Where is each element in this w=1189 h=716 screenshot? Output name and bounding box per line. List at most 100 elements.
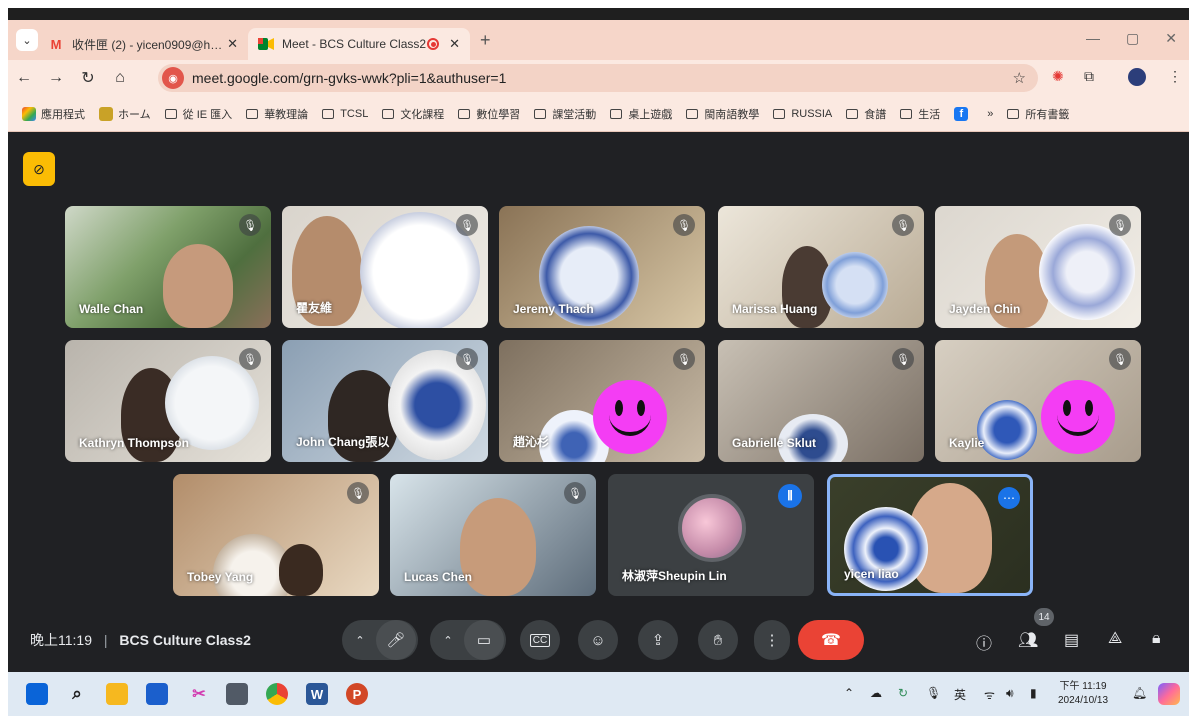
close-window-icon[interactable]: ✕ — [1165, 30, 1177, 47]
present-button[interactable]: ⇪ — [638, 620, 678, 660]
taskbar-clock[interactable]: 下午 11:19 2024/10/13 — [1058, 680, 1108, 708]
bookmark-folder[interactable]: 華教理論 — [246, 106, 308, 122]
folder-icon — [382, 108, 395, 119]
snipping-tool-icon[interactable]: ✂ — [188, 683, 210, 705]
tab-meet[interactable]: Meet - BCS Culture Class2 ✕ — [248, 28, 470, 60]
captions-off-badge-icon[interactable]: ⊘ — [23, 152, 55, 186]
new-tab-icon[interactable]: + — [480, 30, 491, 51]
meeting-details-icon[interactable]: ⓘ — [976, 630, 992, 654]
self-view-tile[interactable]: ⋯ yicen liao — [827, 474, 1033, 596]
copilot-icon[interactable] — [1158, 683, 1180, 705]
bookmark-folder[interactable]: TCSL — [322, 108, 368, 120]
participant-tile[interactable]: 🎙 Jeremy Thach — [499, 206, 705, 328]
chat-icon[interactable]: ▤ — [1064, 630, 1079, 650]
people-icon[interactable]: 👥︎ — [1018, 630, 1038, 650]
close-tab-icon[interactable]: ✕ — [449, 36, 460, 52]
tab-gmail[interactable]: M 收件匣 (2) - yicen0909@huay ✕ — [38, 28, 248, 60]
participant-tile[interactable]: 🎙 Gabrielle Sklut — [718, 340, 924, 462]
powerpoint-icon[interactable]: P — [346, 683, 368, 705]
file-explorer-icon[interactable] — [106, 683, 128, 705]
bookmark-home[interactable]: ホーム — [99, 106, 151, 122]
wifi-icon[interactable]: ᯤ — [984, 686, 995, 703]
more-options-icon[interactable]: ⋯ — [998, 487, 1020, 509]
bookmarks-overflow[interactable]: » — [987, 108, 993, 120]
word-icon[interactable]: W — [306, 683, 328, 705]
participant-tile[interactable]: 🎙 瞿友維 — [282, 206, 488, 328]
recording-icon — [427, 38, 440, 50]
tab-search-chevron-icon[interactable]: ⌄ — [16, 29, 38, 51]
participant-tile[interactable]: 🎙 Kathryn Thompson — [65, 340, 271, 462]
host-controls-lock-icon[interactable]: 🔒︎ — [1152, 630, 1161, 648]
camera-app-icon[interactable] — [226, 683, 248, 705]
extension-red-icon[interactable]: ✺ — [1052, 68, 1064, 85]
participant-tile[interactable]: ⫼ 林淑萍Sheupin Lin — [608, 474, 814, 596]
participant-tile[interactable]: 🎙 Marissa Huang — [718, 206, 924, 328]
participant-tile[interactable]: 🎙 趙沁杉 — [499, 340, 705, 462]
tray-overflow-icon[interactable]: ⌃ — [844, 686, 854, 700]
bookmark-folder[interactable]: 生活 — [900, 106, 940, 122]
participant-tile[interactable]: 🎙 Tobey Yang — [173, 474, 379, 596]
volume-icon[interactable]: 🔊︎ — [1006, 686, 1014, 701]
site-info-icon[interactable]: ◉ — [162, 67, 184, 89]
muted-mic-icon: 🎙 — [892, 214, 914, 236]
participant-name: Tobey Yang — [187, 570, 254, 584]
close-tab-icon[interactable]: ✕ — [227, 36, 238, 52]
home-icon[interactable]: ⌂ — [104, 69, 136, 87]
battery-icon[interactable]: ▮ — [1030, 686, 1037, 700]
folder-icon — [846, 108, 859, 119]
captions-button[interactable]: CC — [520, 620, 560, 660]
omnibox[interactable]: ◉ meet.google.com/grn-gvks-wwk?pli=1&aut… — [158, 64, 1038, 92]
leave-call-button[interactable]: ☎︎ — [798, 620, 864, 660]
back-icon[interactable]: ← — [8, 69, 40, 87]
participant-tile[interactable]: 🎙 Jayden Chin — [935, 206, 1141, 328]
extensions-puzzle-icon[interactable]: ⧉ — [1084, 68, 1094, 85]
participant-tile[interactable]: 🎙 Lucas Chen — [390, 474, 596, 596]
menu-kebab-icon[interactable]: ⋮ — [1168, 68, 1182, 85]
participant-tile[interactable]: 🎙 Kaylie — [935, 340, 1141, 462]
notification-bell-icon[interactable]: 🔔︎ — [1132, 686, 1147, 700]
camera-icon[interactable]: ▭ — [464, 620, 504, 660]
bookmark-folder[interactable]: 食譜 — [846, 106, 886, 122]
more-options-button[interactable]: ⋮ — [754, 620, 790, 660]
bookmark-folder[interactable]: 桌上遊戲 — [610, 106, 672, 122]
bookmark-folder[interactable]: 從 IE 匯入 — [164, 106, 232, 122]
bookmark-star-icon[interactable]: ☆ — [1013, 69, 1026, 87]
microphone-tray-icon[interactable]: 🎙︎ — [926, 686, 941, 700]
ime-indicator[interactable]: 英 — [954, 686, 966, 703]
mic-icon[interactable]: 🎤︎ — [376, 620, 416, 660]
restore-icon[interactable]: ▢ — [1126, 30, 1139, 47]
mic-options-chevron-icon[interactable]: ⌃ — [344, 634, 376, 647]
search-icon[interactable]: ⌕ — [66, 683, 88, 705]
muted-mic-icon: 🎙 — [347, 482, 369, 504]
reactions-button[interactable]: ☺ — [578, 620, 618, 660]
muted-mic-icon: 🎙 — [564, 482, 586, 504]
profile-avatar[interactable] — [1128, 68, 1146, 86]
bookmark-folder[interactable]: 課堂活動 — [534, 106, 596, 122]
bookmark-folder[interactable]: 文化課程 — [382, 106, 444, 122]
forward-icon[interactable]: → — [40, 69, 72, 87]
activities-icon[interactable]: ⟁ — [1108, 630, 1122, 648]
onedrive-icon[interactable]: ☁ — [870, 686, 882, 700]
folder-icon — [322, 108, 335, 119]
apps-grid-icon — [22, 106, 36, 121]
paper-plate — [822, 252, 888, 318]
tab-bar: ⌄ M 收件匣 (2) - yicen0909@huay ✕ Meet - BC… — [8, 20, 1189, 60]
sync-icon[interactable]: ↻ — [898, 686, 908, 700]
bookmark-folder[interactable]: 閩南語教學 — [686, 106, 759, 122]
bookmark-apps[interactable]: 應用程式 — [22, 106, 85, 122]
participant-tile[interactable]: 🎙 Walle Chan — [65, 206, 271, 328]
store-icon[interactable] — [146, 683, 168, 705]
raise-hand-button[interactable]: ✋︎ — [698, 620, 738, 660]
reload-icon[interactable]: ↻ — [72, 68, 104, 88]
windows-start-icon[interactable] — [26, 683, 48, 705]
bookmark-all[interactable]: 所有書籤 — [1007, 106, 1069, 122]
bookmark-folder[interactable]: RUSSIA — [773, 108, 832, 120]
home-site-icon — [99, 106, 113, 121]
camera-options-chevron-icon[interactable]: ⌃ — [432, 634, 464, 647]
participant-name: Jayden Chin — [949, 302, 1021, 316]
minimize-icon[interactable]: — — [1086, 30, 1100, 47]
bookmark-folder[interactable]: 數位學習 — [458, 106, 520, 122]
chrome-icon[interactable] — [266, 683, 288, 705]
participant-tile[interactable]: 🎙 John Chang張以 — [282, 340, 488, 462]
bookmark-facebook[interactable]: f — [954, 106, 973, 121]
